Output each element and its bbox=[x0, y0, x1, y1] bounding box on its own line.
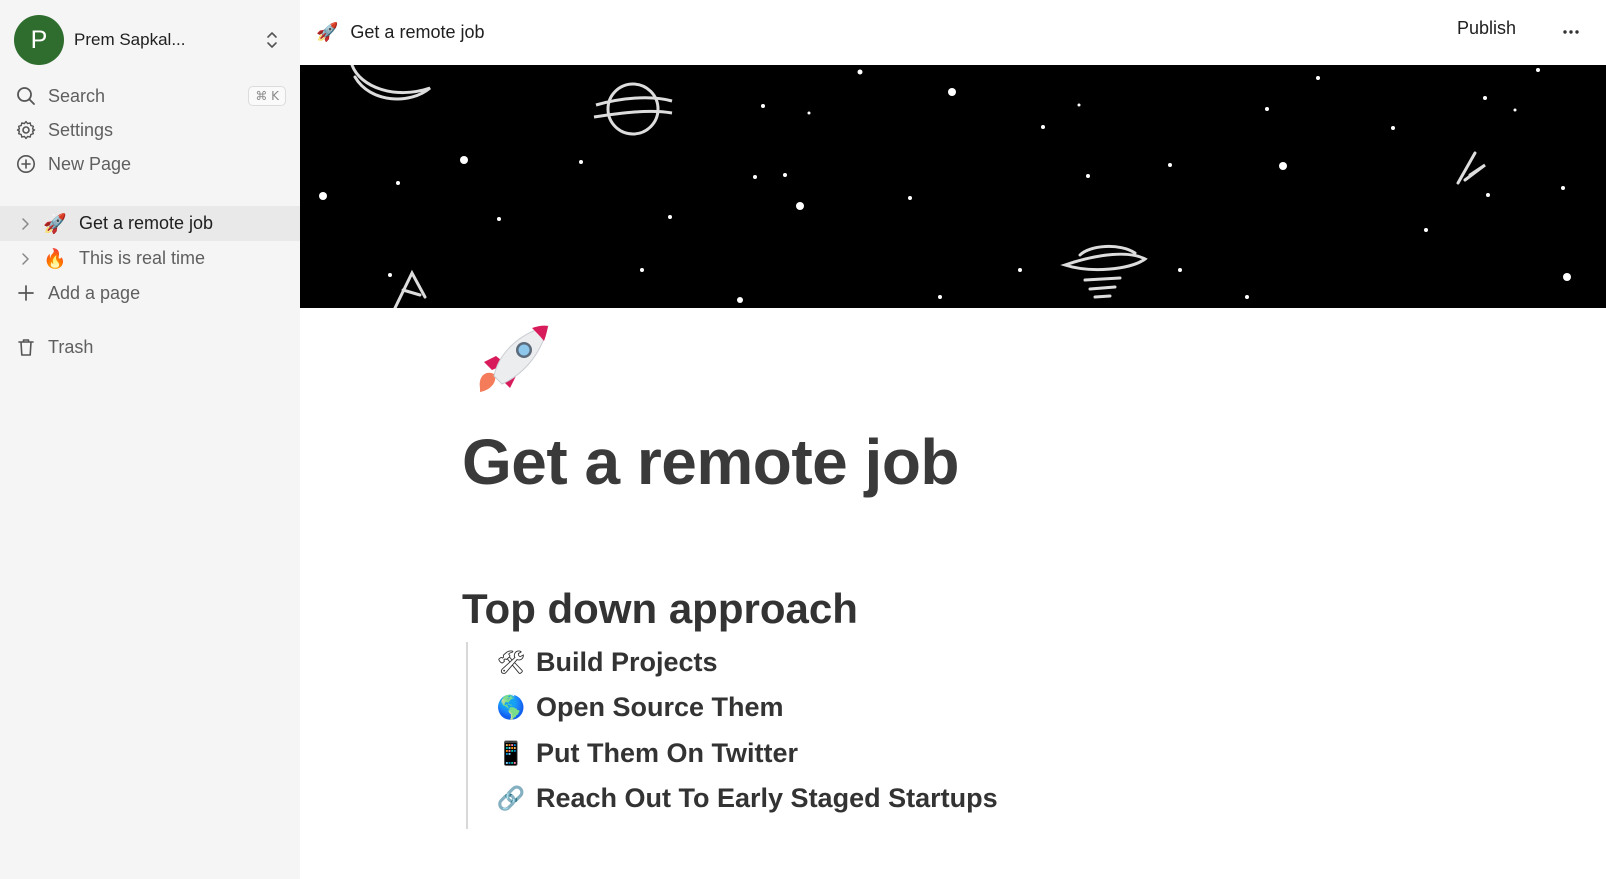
chevron-up-down-icon[interactable] bbox=[258, 26, 286, 54]
list-item-open-source-them[interactable]: 🌎 Open Source Them bbox=[496, 687, 784, 727]
search-shortcut-badge: ⌘ K bbox=[248, 86, 286, 106]
sidebar-page-get-a-remote-job[interactable]: 🚀 Get a remote job bbox=[0, 206, 300, 241]
list-item-put-them-on-twitter[interactable]: 📱 Put Them On Twitter bbox=[496, 733, 798, 773]
sidebar-page-label: This is real time bbox=[79, 248, 206, 268]
list-item-text: Open Source Them bbox=[536, 691, 784, 722]
more-options-icon[interactable] bbox=[1556, 20, 1586, 44]
fire-icon: 🔥 bbox=[43, 248, 67, 270]
new-page-label: New Page bbox=[48, 153, 132, 174]
new-page-nav-item[interactable]: New Page bbox=[14, 148, 286, 180]
cover-image[interactable] bbox=[300, 65, 1606, 308]
gear-icon bbox=[14, 118, 38, 142]
plus-icon bbox=[14, 281, 38, 305]
list-item-reach-out[interactable]: 🔗 Reach Out To Early Staged Startups bbox=[496, 778, 998, 818]
list-item-text: Reach Out To Early Staged Startups bbox=[536, 782, 998, 813]
sidebar: P Prem Sapkal... Search ⌘ K Settings New… bbox=[0, 0, 300, 879]
workspace-name: Prem Sapkal... bbox=[74, 30, 186, 49]
avatar: P bbox=[14, 15, 64, 65]
list-item-text: Put Them On Twitter bbox=[536, 737, 798, 768]
rocket-icon: 🚀 bbox=[43, 213, 67, 235]
rocket-icon: 🚀 bbox=[316, 22, 339, 43]
hammer-and-wrench-icon: 🛠 bbox=[496, 649, 526, 676]
globe-icon: 🌎 bbox=[496, 694, 526, 721]
mobile-phone-icon: 📱 bbox=[496, 740, 526, 767]
search-label: Search bbox=[48, 85, 106, 106]
sidebar-page-label: Get a remote job bbox=[79, 213, 214, 233]
list-item-text: Build Projects bbox=[536, 646, 718, 677]
add-page-label: Add a page bbox=[48, 282, 141, 303]
space-doodle-illustration bbox=[319, 65, 1571, 308]
trash-nav-item[interactable]: Trash bbox=[14, 331, 286, 363]
page-title[interactable]: Get a remote job bbox=[462, 425, 960, 499]
plus-circle-icon bbox=[14, 152, 38, 176]
trash-icon bbox=[14, 335, 38, 359]
settings-label: Settings bbox=[48, 119, 114, 140]
publish-button[interactable]: Publish bbox=[1457, 18, 1516, 39]
top-bar: 🚀 Get a remote job Publish bbox=[300, 0, 1606, 65]
search-icon bbox=[14, 84, 38, 108]
trash-label: Trash bbox=[48, 336, 94, 357]
sidebar-page-this-is-real-time[interactable]: 🔥 This is real time bbox=[0, 241, 300, 276]
section-heading[interactable]: Top down approach bbox=[462, 585, 858, 633]
settings-nav-item[interactable]: Settings bbox=[14, 114, 286, 146]
add-page-button[interactable]: Add a page bbox=[14, 277, 286, 309]
list-item-build-projects[interactable]: 🛠 Build Projects bbox=[496, 642, 718, 682]
chevron-right-icon[interactable] bbox=[18, 252, 32, 265]
link-icon: 🔗 bbox=[496, 785, 526, 812]
quote-block: 🛠 Build Projects 🌎 Open Source Them 📱 Pu… bbox=[466, 642, 1026, 829]
workspace-switcher[interactable]: P Prem Sapkal... bbox=[14, 15, 286, 65]
breadcrumb[interactable]: Get a remote job bbox=[350, 22, 484, 43]
search-nav-item[interactable]: Search ⌘ K bbox=[14, 80, 286, 112]
chevron-right-icon[interactable] bbox=[18, 217, 32, 230]
page-icon-rocket[interactable] bbox=[470, 318, 554, 402]
